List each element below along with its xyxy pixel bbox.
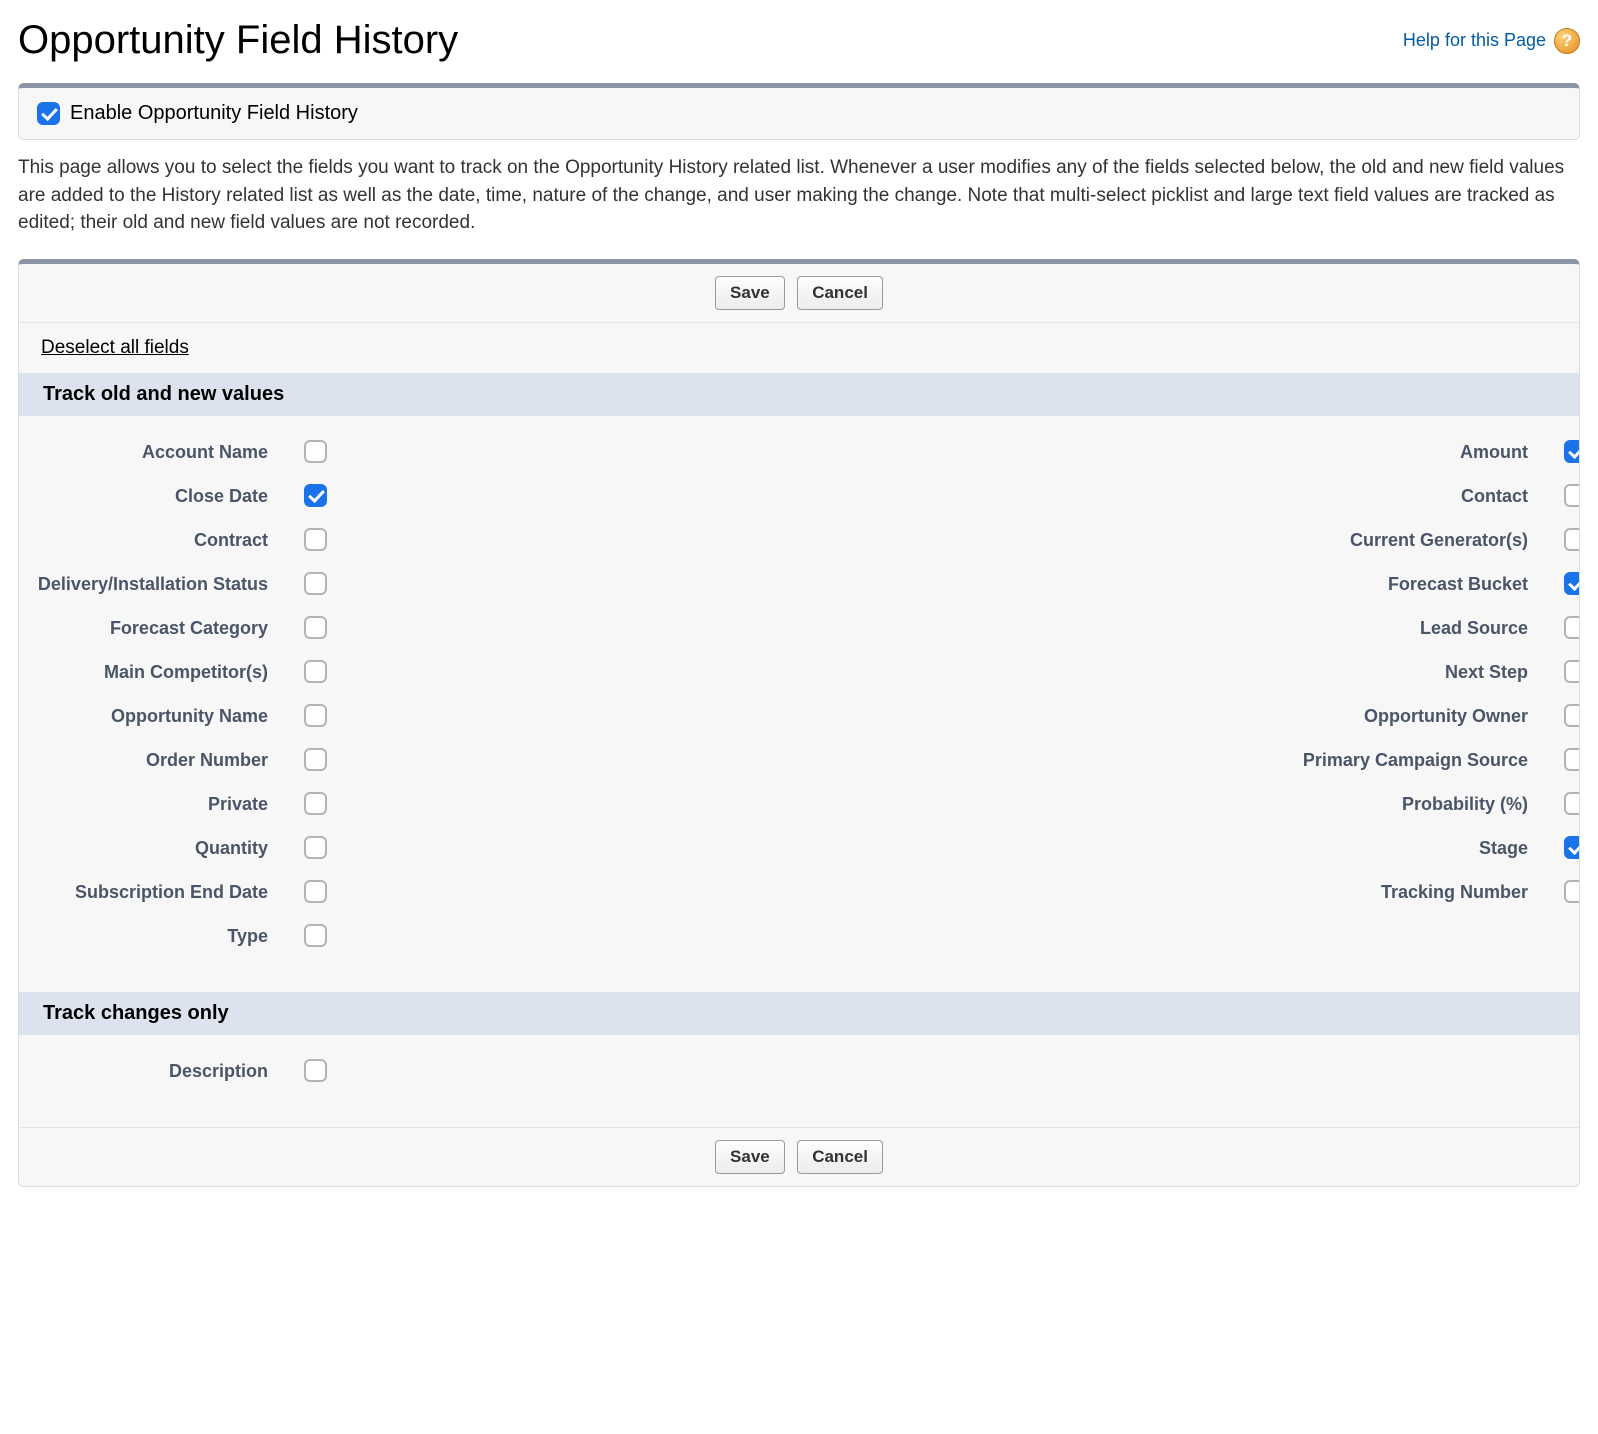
field-checkbox-close-date[interactable]: [304, 484, 327, 507]
field-checkbox-subscription-end-date[interactable]: [304, 880, 327, 903]
field-checkbox-probability[interactable]: [1564, 792, 1580, 815]
enable-checkbox[interactable]: [37, 102, 60, 125]
field-checkbox-private[interactable]: [304, 792, 327, 815]
track-changes-fields: Description: [19, 1035, 1579, 1127]
field-checkbox-tracking-number[interactable]: [1564, 880, 1580, 903]
field-label-forecast-category: Forecast Category: [19, 616, 304, 639]
field-checkbox-next-step[interactable]: [1564, 660, 1580, 683]
field-label-order-number: Order Number: [19, 748, 304, 771]
section-track-changes-header: Track changes only: [19, 992, 1579, 1035]
field-checkbox-contract[interactable]: [304, 528, 327, 551]
field-row-subscription-end-date: Subscription End Date: [19, 872, 799, 916]
field-row-private: Private: [19, 784, 799, 828]
field-checkbox-forecast-bucket[interactable]: [1564, 572, 1580, 595]
field-label-description: Description: [19, 1059, 304, 1082]
field-label-current-generators: Current Generator(s): [799, 528, 1564, 551]
field-checkbox-order-number[interactable]: [304, 748, 327, 771]
field-checkbox-stage[interactable]: [1564, 836, 1580, 859]
field-checkbox-opportunity-name[interactable]: [304, 704, 327, 727]
field-row-probability: Probability (%): [799, 784, 1580, 828]
page-description: This page allows you to select the field…: [18, 154, 1580, 237]
field-row-opportunity-owner: Opportunity Owner: [799, 696, 1580, 740]
field-checkbox-delivery-installation-status[interactable]: [304, 572, 327, 595]
field-checkbox-current-generators[interactable]: [1564, 528, 1580, 551]
field-label-type: Type: [19, 924, 304, 947]
field-label-account-name: Account Name: [19, 440, 304, 463]
field-label-contact: Contact: [799, 484, 1564, 507]
field-label-subscription-end-date: Subscription End Date: [19, 880, 304, 903]
field-row-amount: Amount: [799, 432, 1580, 476]
field-row-account-name: Account Name: [19, 432, 799, 476]
field-label-opportunity-name: Opportunity Name: [19, 704, 304, 727]
enable-label[interactable]: Enable Opportunity Field History: [70, 102, 358, 125]
enable-panel: Enable Opportunity Field History: [18, 83, 1580, 140]
deselect-all-link[interactable]: Deselect all fields: [41, 337, 189, 358]
help-link[interactable]: Help for this Page ?: [1403, 28, 1580, 54]
field-row-forecast-bucket: Forecast Bucket: [799, 564, 1580, 608]
field-label-tracking-number: Tracking Number: [799, 880, 1564, 903]
field-row-type: Type: [19, 916, 799, 960]
field-label-delivery-installation-status: Delivery/Installation Status: [19, 572, 304, 595]
help-icon: ?: [1554, 28, 1580, 54]
field-row-lead-source: Lead Source: [799, 608, 1580, 652]
field-checkbox-contact[interactable]: [1564, 484, 1580, 507]
field-label-private: Private: [19, 792, 304, 815]
save-button-bottom[interactable]: Save: [715, 1140, 785, 1174]
field-checkbox-amount[interactable]: [1564, 440, 1580, 463]
field-checkbox-account-name[interactable]: [304, 440, 327, 463]
field-label-primary-campaign-source: Primary Campaign Source: [799, 748, 1564, 771]
help-label: Help for this Page: [1403, 30, 1546, 51]
field-checkbox-main-competitors[interactable]: [304, 660, 327, 683]
fields-panel: Save Cancel Deselect all fields Track ol…: [18, 259, 1580, 1187]
field-row-description: Description: [19, 1051, 799, 1095]
field-checkbox-description[interactable]: [304, 1059, 327, 1082]
cancel-button[interactable]: Cancel: [797, 276, 883, 310]
field-row-main-competitors: Main Competitor(s): [19, 652, 799, 696]
field-row-opportunity-name: Opportunity Name: [19, 696, 799, 740]
field-label-forecast-bucket: Forecast Bucket: [799, 572, 1564, 595]
deselect-row: Deselect all fields: [19, 323, 1579, 373]
field-row-next-step: Next Step: [799, 652, 1580, 696]
field-row-tracking-number: Tracking Number: [799, 872, 1580, 916]
page-title: Opportunity Field History: [18, 18, 458, 63]
field-row-stage: Stage: [799, 828, 1580, 872]
field-row-contact: Contact: [799, 476, 1580, 520]
save-button[interactable]: Save: [715, 276, 785, 310]
field-label-close-date: Close Date: [19, 484, 304, 507]
field-label-probability: Probability (%): [799, 792, 1564, 815]
field-label-quantity: Quantity: [19, 836, 304, 859]
field-checkbox-quantity[interactable]: [304, 836, 327, 859]
field-checkbox-forecast-category[interactable]: [304, 616, 327, 639]
field-label-amount: Amount: [799, 440, 1564, 463]
field-checkbox-primary-campaign-source[interactable]: [1564, 748, 1580, 771]
button-row-top: Save Cancel: [19, 264, 1579, 323]
field-row-delivery-installation-status: Delivery/Installation Status: [19, 564, 799, 608]
field-label-contract: Contract: [19, 528, 304, 551]
field-checkbox-opportunity-owner[interactable]: [1564, 704, 1580, 727]
field-label-main-competitors: Main Competitor(s): [19, 660, 304, 683]
field-checkbox-type[interactable]: [304, 924, 327, 947]
field-row-order-number: Order Number: [19, 740, 799, 784]
cancel-button-bottom[interactable]: Cancel: [797, 1140, 883, 1174]
field-row-quantity: Quantity: [19, 828, 799, 872]
field-label-lead-source: Lead Source: [799, 616, 1564, 639]
field-row-forecast-category: Forecast Category: [19, 608, 799, 652]
section-track-values-header: Track old and new values: [19, 373, 1579, 416]
field-row-primary-campaign-source: Primary Campaign Source: [799, 740, 1580, 784]
field-row-contract: Contract: [19, 520, 799, 564]
field-row-current-generators: Current Generator(s): [799, 520, 1580, 564]
field-label-opportunity-owner: Opportunity Owner: [799, 704, 1564, 727]
button-row-bottom: Save Cancel: [19, 1127, 1579, 1186]
track-values-fields: Account Name Close Date Contract Delivery/I…: [19, 416, 1579, 992]
field-checkbox-lead-source[interactable]: [1564, 616, 1580, 639]
field-row-close-date: Close Date: [19, 476, 799, 520]
field-label-stage: Stage: [799, 836, 1564, 859]
field-label-next-step: Next Step: [799, 660, 1564, 683]
